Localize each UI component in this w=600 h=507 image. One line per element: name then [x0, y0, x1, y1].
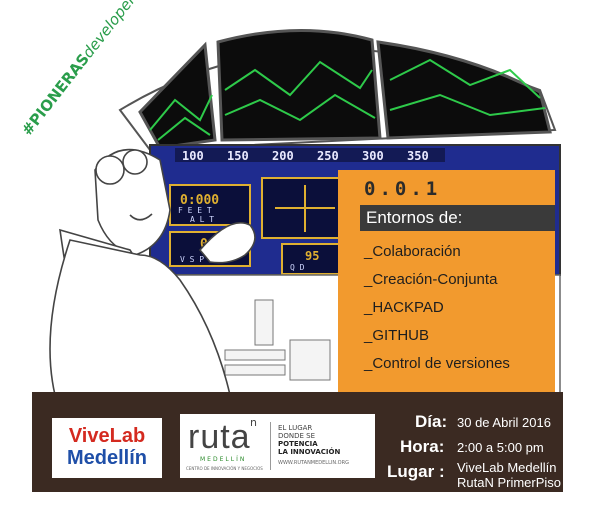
hora-label: Hora:: [400, 437, 445, 456]
list-item-hackpad: _HACKPAD: [364, 299, 444, 316]
list-item-colaboracion: _Colaboración: [364, 243, 461, 260]
scale-tick-label: 100: [182, 149, 204, 163]
other-readout: 95: [305, 249, 319, 263]
lugar-label: Lugar :: [387, 462, 445, 481]
scale-tick-label: 250: [317, 149, 339, 163]
rutan-divider: [270, 422, 271, 470]
vivelab-line1: ViveLab: [68, 425, 146, 447]
vivelab-logo: ViveLab Medellín: [52, 418, 162, 478]
environments-heading: Entornos de:: [360, 205, 555, 231]
info-panel: 0.0.1 Entornos de: _Colaboración _Creaci…: [338, 170, 555, 392]
rutan-slogan-3: POTENCIA: [278, 440, 318, 448]
list-item-control: _Control de versiones: [364, 355, 510, 372]
rutan-logo: ruta n MEDELLÍN CENTRO DE INNOVACIÓN Y N…: [180, 414, 375, 478]
qd-label: Q D: [290, 263, 305, 272]
scale-tick-label: 150: [227, 149, 249, 163]
window-right: [376, 40, 552, 140]
scale-tick-label: 200: [272, 149, 294, 163]
rutan-slogan-2: DONDE SE: [278, 432, 316, 440]
lugar-value-1: ViveLab Medellín: [457, 460, 557, 475]
rutan-slogan-4: LA INNOVACIÓN: [278, 448, 341, 456]
rutan-slogan-1: EL LUGAR: [278, 424, 313, 432]
rutan-sup: n: [250, 416, 257, 429]
scale-tick-label: 300: [362, 149, 384, 163]
lugar-value-2: RutaN PrimerPiso: [457, 475, 562, 490]
alt-label: A L T: [190, 215, 214, 224]
vivelab-line2: Medellín: [66, 447, 147, 469]
hora-value: 2:00 a 5:00 pm: [457, 440, 544, 455]
rutan-url: WWW.RUTANMEDELLIN.ORG: [278, 460, 349, 466]
scale-tick-label: 350: [407, 149, 429, 163]
list-item-github: _GITHUB: [364, 327, 430, 344]
rutan-subtitle: CENTRO DE INNOVACIÓN Y NEGOCIOS: [186, 466, 263, 471]
vsp-label: V S P: [180, 255, 204, 264]
list-item-creacion: _Creación-Conjunta: [364, 271, 498, 288]
rutan-word: ruta: [188, 418, 251, 456]
dia-label: Día:: [415, 412, 448, 431]
dia-value: 30 de Abril 2016: [457, 415, 551, 430]
feet-label: F E E T: [178, 206, 212, 215]
version-label: 0.0.1: [364, 178, 442, 200]
event-footer: ViveLab Medellín ruta n MEDELLÍN CENTRO …: [32, 392, 563, 492]
window-left: [138, 41, 217, 150]
scale-strip: [175, 148, 445, 162]
rutan-city: MEDELLÍN: [200, 456, 247, 463]
